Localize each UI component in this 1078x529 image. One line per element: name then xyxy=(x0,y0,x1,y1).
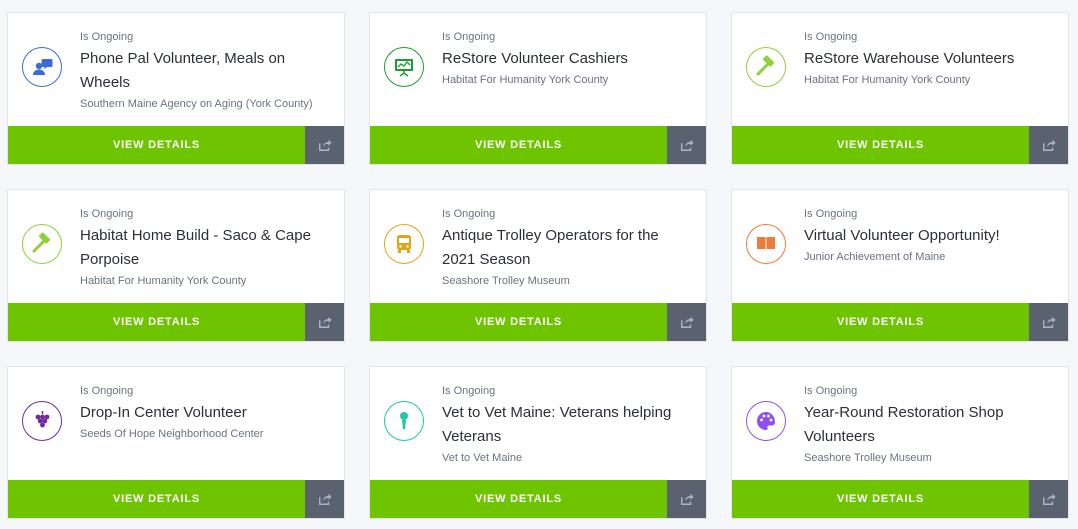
share-button[interactable] xyxy=(305,480,344,518)
view-details-button[interactable]: VIEW DETAILS xyxy=(8,480,305,518)
opportunity-card: Is Ongoing Vet to Vet Maine: Veterans he… xyxy=(369,366,707,519)
view-details-button[interactable]: VIEW DETAILS xyxy=(732,126,1029,164)
organization-name[interactable]: Habitat For Humanity York County xyxy=(804,73,1058,87)
card-body: Is Ongoing Virtual Volunteer Opportunity… xyxy=(732,190,1068,303)
opportunity-card: Is Ongoing Habitat Home Build - Saco & C… xyxy=(7,189,345,342)
bus-icon xyxy=(384,224,424,264)
organization-name[interactable]: Vet to Vet Maine xyxy=(442,451,696,465)
view-details-button[interactable]: VIEW DETAILS xyxy=(732,480,1029,518)
opportunity-title[interactable]: Virtual Volunteer Opportunity! xyxy=(804,224,1058,248)
view-details-button[interactable]: VIEW DETAILS xyxy=(370,126,667,164)
status-label: Is Ongoing xyxy=(804,31,858,43)
microphone-icon xyxy=(384,401,424,441)
card-body: Is Ongoing ReStore Volunteer Cashiers Ha… xyxy=(370,13,706,126)
share-button[interactable] xyxy=(1029,126,1068,164)
palette-icon xyxy=(746,401,786,441)
card-body: Is Ongoing Year-Round Restoration Shop V… xyxy=(732,367,1068,480)
hammer-icon xyxy=(746,47,786,87)
card-footer: VIEW DETAILS xyxy=(370,480,706,518)
organization-name[interactable]: Junior Achievement of Maine xyxy=(804,250,1058,264)
card-footer: VIEW DETAILS xyxy=(8,126,344,164)
organization-name[interactable]: Seashore Trolley Museum xyxy=(442,274,696,288)
organization-name[interactable]: Southern Maine Agency on Aging (York Cou… xyxy=(80,97,334,111)
card-footer: VIEW DETAILS xyxy=(370,303,706,341)
opportunity-title[interactable]: ReStore Volunteer Cashiers xyxy=(442,47,696,71)
share-button[interactable] xyxy=(667,126,706,164)
status-label: Is Ongoing xyxy=(442,208,496,220)
share-button[interactable] xyxy=(1029,303,1068,341)
card-footer: VIEW DETAILS xyxy=(732,126,1068,164)
opportunity-title[interactable]: Vet to Vet Maine: Veterans helping Veter… xyxy=(442,401,696,449)
share-icon xyxy=(318,139,332,151)
opportunity-card: Is Ongoing ReStore Volunteer Cashiers Ha… xyxy=(369,12,707,165)
share-button[interactable] xyxy=(305,303,344,341)
view-details-button[interactable]: VIEW DETAILS xyxy=(370,480,667,518)
share-button[interactable] xyxy=(305,126,344,164)
opportunity-title[interactable]: Year-Round Restoration Shop Volunteers xyxy=(804,401,1058,449)
grapes-icon xyxy=(22,401,62,441)
status-label: Is Ongoing xyxy=(804,385,858,397)
share-icon xyxy=(1042,139,1056,151)
card-body: Is Ongoing Vet to Vet Maine: Veterans he… xyxy=(370,367,706,480)
opportunity-card: Is Ongoing Antique Trolley Operators for… xyxy=(369,189,707,342)
card-body: Is Ongoing ReStore Warehouse Volunteers … xyxy=(732,13,1068,126)
share-icon xyxy=(318,316,332,328)
card-footer: VIEW DETAILS xyxy=(8,480,344,518)
card-footer: VIEW DETAILS xyxy=(370,126,706,164)
status-label: Is Ongoing xyxy=(80,208,134,220)
opportunity-card: Is Ongoing Virtual Volunteer Opportunity… xyxy=(731,189,1069,342)
share-button[interactable] xyxy=(667,480,706,518)
view-details-button[interactable]: VIEW DETAILS xyxy=(8,303,305,341)
share-button[interactable] xyxy=(1029,480,1068,518)
share-icon xyxy=(680,493,694,505)
opportunity-card: Is Ongoing ReStore Warehouse Volunteers … xyxy=(731,12,1069,165)
share-icon xyxy=(1042,493,1056,505)
opportunity-title[interactable]: Habitat Home Build - Saco & Cape Porpois… xyxy=(80,224,334,272)
status-label: Is Ongoing xyxy=(80,31,134,43)
opportunity-title[interactable]: ReStore Warehouse Volunteers xyxy=(804,47,1058,71)
opportunity-card: Is Ongoing Drop-In Center Volunteer Seed… xyxy=(7,366,345,519)
share-icon xyxy=(680,316,694,328)
organization-name[interactable]: Habitat For Humanity York County xyxy=(442,73,696,87)
share-icon xyxy=(1042,316,1056,328)
view-details-button[interactable]: VIEW DETAILS xyxy=(370,303,667,341)
presentation-icon xyxy=(384,47,424,87)
share-button[interactable] xyxy=(667,303,706,341)
card-body: Is Ongoing Habitat Home Build - Saco & C… xyxy=(8,190,344,303)
opportunity-card: Is Ongoing Year-Round Restoration Shop V… xyxy=(731,366,1069,519)
share-icon xyxy=(318,493,332,505)
opportunity-grid: Is Ongoing Phone Pal Volunteer, Meals on… xyxy=(7,12,1069,519)
opportunity-title[interactable]: Antique Trolley Operators for the 2021 S… xyxy=(442,224,696,272)
card-body: Is Ongoing Antique Trolley Operators for… xyxy=(370,190,706,303)
card-body: Is Ongoing Drop-In Center Volunteer Seed… xyxy=(8,367,344,480)
share-icon xyxy=(680,139,694,151)
card-body: Is Ongoing Phone Pal Volunteer, Meals on… xyxy=(8,13,344,126)
status-label: Is Ongoing xyxy=(442,385,496,397)
card-footer: VIEW DETAILS xyxy=(8,303,344,341)
card-footer: VIEW DETAILS xyxy=(732,303,1068,341)
organization-name[interactable]: Seashore Trolley Museum xyxy=(804,451,1058,465)
view-details-button[interactable]: VIEW DETAILS xyxy=(8,126,305,164)
status-label: Is Ongoing xyxy=(442,31,496,43)
phone-chat-icon xyxy=(22,47,62,87)
opportunity-card: Is Ongoing Phone Pal Volunteer, Meals on… xyxy=(7,12,345,165)
organization-name[interactable]: Seeds Of Hope Neighborhood Center xyxy=(80,427,334,441)
book-icon xyxy=(746,224,786,264)
view-details-button[interactable]: VIEW DETAILS xyxy=(732,303,1029,341)
organization-name[interactable]: Habitat For Humanity York County xyxy=(80,274,334,288)
status-label: Is Ongoing xyxy=(804,208,858,220)
status-label: Is Ongoing xyxy=(80,385,134,397)
hammer-icon xyxy=(22,224,62,264)
opportunity-title[interactable]: Drop-In Center Volunteer xyxy=(80,401,334,425)
card-footer: VIEW DETAILS xyxy=(732,480,1068,518)
opportunity-title[interactable]: Phone Pal Volunteer, Meals on Wheels xyxy=(80,47,334,95)
